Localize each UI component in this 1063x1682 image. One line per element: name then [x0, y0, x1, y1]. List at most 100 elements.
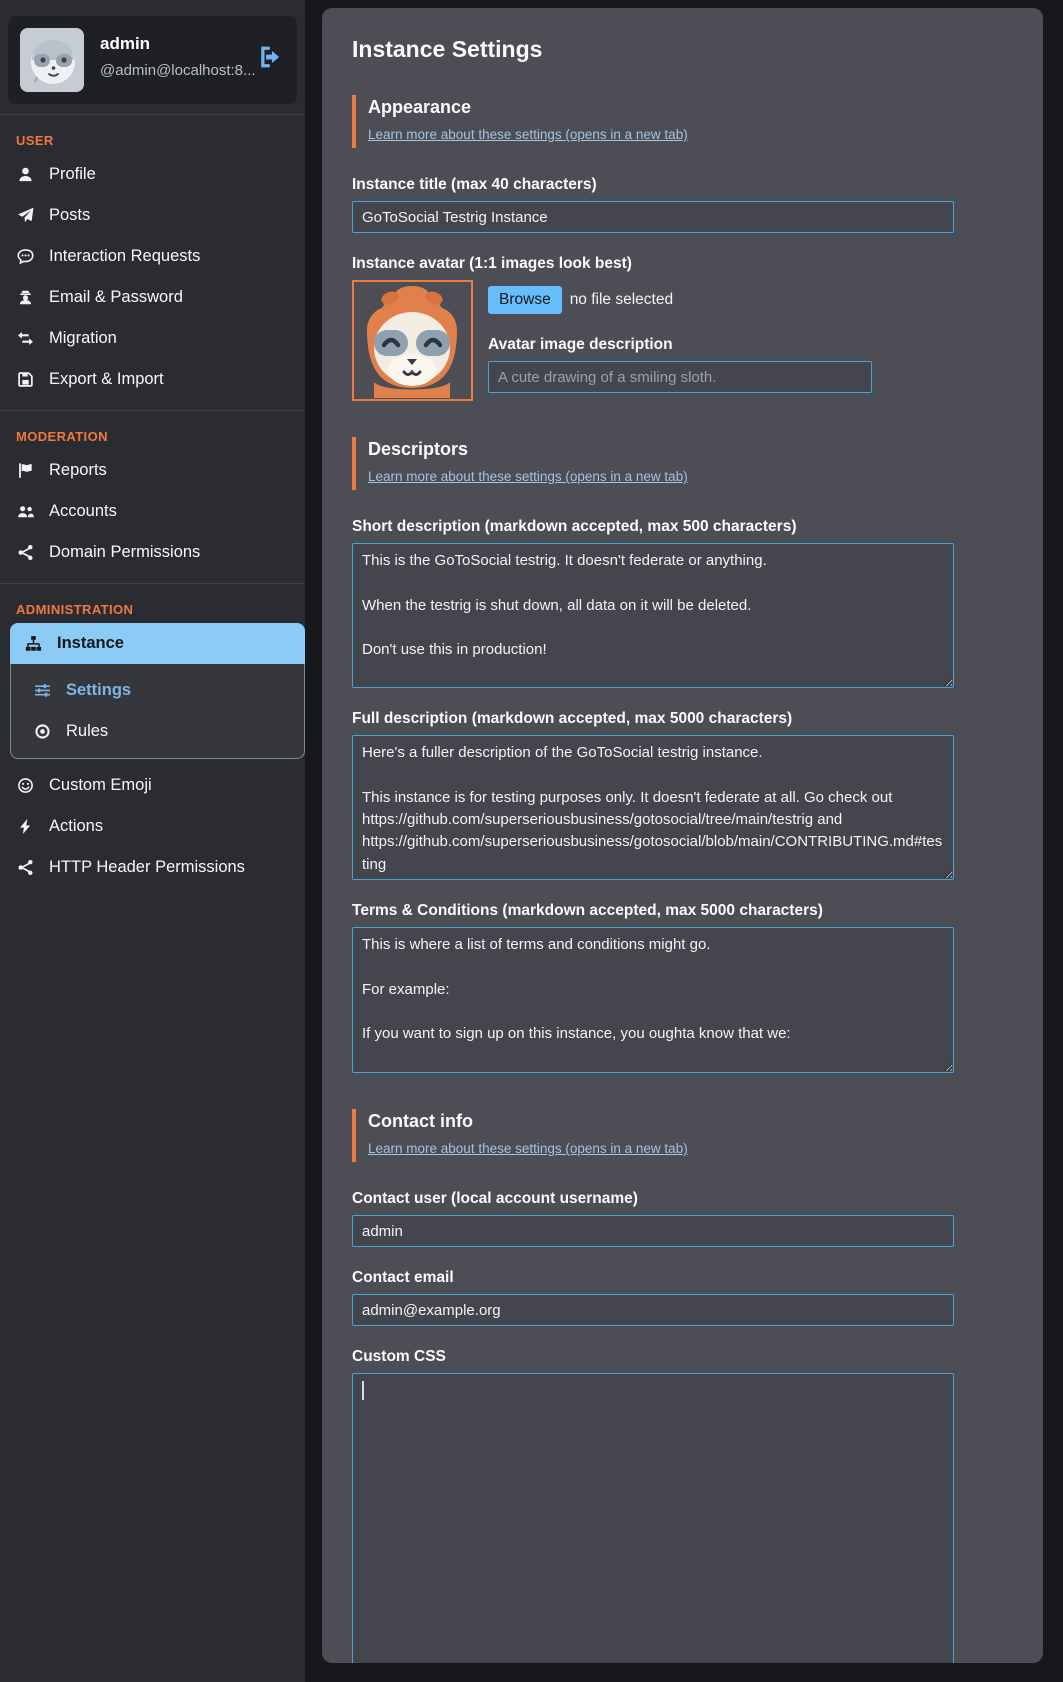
divider: [0, 114, 305, 115]
sloth-avatar-gray: [20, 28, 84, 92]
instance-submenu: Settings Rules: [10, 664, 305, 759]
divider: [0, 583, 305, 584]
instance-title-input[interactable]: [352, 201, 954, 233]
contact-user-input[interactable]: [352, 1215, 954, 1247]
arrows-left-right-icon: [16, 330, 35, 347]
sidebar-item-label: Actions: [49, 817, 103, 836]
short-description-field: Short description (markdown accepted, ma…: [352, 518, 954, 688]
sidebar-item-instance-rules[interactable]: Rules: [11, 711, 304, 752]
section-title-contact: Contact info: [368, 1111, 954, 1132]
user-name: admin: [100, 34, 256, 54]
sidebar-section-moderation-label: MODERATION: [0, 421, 305, 450]
sidebar-item-label: Profile: [49, 165, 96, 184]
sidebar-item-instance[interactable]: Instance: [10, 623, 305, 664]
short-description-textarea[interactable]: This is the GoToSocial testrig. It doesn…: [352, 543, 954, 688]
sidebar-item-label: Reports: [49, 461, 107, 480]
divider: [0, 410, 305, 411]
sidebar-item-label: Accounts: [49, 502, 117, 521]
comment-dots-icon: [16, 248, 35, 265]
user-icon: [16, 166, 35, 183]
share-nodes-icon: [16, 859, 35, 876]
instance-avatar-label: Instance avatar (1:1 images look best): [352, 255, 954, 273]
section-contact-header: Contact info Learn more about these sett…: [352, 1109, 954, 1162]
sidebar-item-label: HTTP Header Permissions: [49, 858, 245, 877]
sidebar-item-domain-permissions[interactable]: Domain Permissions: [0, 532, 305, 573]
section-title-appearance: Appearance: [368, 97, 954, 118]
short-description-label: Short description (markdown accepted, ma…: [352, 518, 954, 536]
sidebar-item-label: Domain Permissions: [49, 543, 200, 562]
users-icon: [16, 503, 35, 520]
full-description-textarea[interactable]: Here's a fuller description of the GoToS…: [352, 735, 954, 880]
browse-button[interactable]: Browse: [488, 286, 562, 314]
sidebar-item-profile[interactable]: Profile: [0, 154, 305, 195]
user-card: admin @admin@localhost:8...: [8, 16, 297, 104]
section-title-descriptors: Descriptors: [368, 439, 954, 460]
page-title: Instance Settings: [352, 36, 954, 63]
custom-css-textarea[interactable]: [352, 1373, 954, 1663]
sitemap-icon: [24, 635, 43, 652]
face-smile-icon: [16, 777, 35, 794]
contact-user-field: Contact user (local account username): [352, 1190, 954, 1247]
terms-field: Terms & Conditions (markdown accepted, m…: [352, 902, 954, 1073]
appearance-docs-link[interactable]: Learn more about these settings (opens i…: [368, 127, 688, 142]
flag-icon: [16, 462, 35, 479]
user-meta: admin @admin@localhost:8...: [100, 28, 256, 79]
sidebar-item-instance-settings[interactable]: Settings: [11, 670, 304, 711]
instance-title-label: Instance title (max 40 characters): [352, 176, 954, 194]
user-secret-icon: [16, 289, 35, 306]
custom-css-label: Custom CSS: [352, 1348, 954, 1366]
avatar-description-input[interactable]: [488, 361, 872, 393]
sidebar-item-label: Export & Import: [49, 370, 164, 389]
sidebar-item-reports[interactable]: Reports: [0, 450, 305, 491]
instance-nav-group: Instance Settings Rules: [10, 623, 305, 759]
full-description-label: Full description (markdown accepted, max…: [352, 710, 954, 728]
sign-out-icon: [257, 44, 283, 70]
main-panel: Instance Settings Appearance Learn more …: [322, 8, 1043, 1663]
sidebar-item-export-import[interactable]: Export & Import: [0, 359, 305, 400]
sidebar-item-label: Custom Emoji: [49, 776, 152, 795]
sidebar-item-label: Migration: [49, 329, 117, 348]
sidebar-item-label: Interaction Requests: [49, 247, 200, 266]
sidebar-item-label: Settings: [66, 681, 131, 700]
contact-email-input[interactable]: [352, 1294, 954, 1326]
bolt-icon: [16, 818, 35, 835]
sloth-avatar-orange: [354, 282, 470, 398]
sidebar-item-custom-emoji[interactable]: Custom Emoji: [0, 765, 305, 806]
sidebar-section-administration-label: ADMINISTRATION: [0, 594, 305, 623]
sidebar-item-http-header-permissions[interactable]: HTTP Header Permissions: [0, 847, 305, 888]
section-appearance-header: Appearance Learn more about these settin…: [352, 95, 954, 148]
contact-docs-link[interactable]: Learn more about these settings (opens i…: [368, 1141, 688, 1156]
circle-dot-icon: [33, 723, 52, 740]
sidebar-item-accounts[interactable]: Accounts: [0, 491, 305, 532]
share-nodes-icon: [16, 544, 35, 561]
full-description-field: Full description (markdown accepted, max…: [352, 710, 954, 880]
contact-email-label: Contact email: [352, 1269, 954, 1287]
app-layout: admin @admin@localhost:8... USER Profile: [0, 0, 1063, 1682]
sidebar: admin @admin@localhost:8... USER Profile: [0, 0, 305, 1682]
sidebar-item-email-password[interactable]: Email & Password: [0, 277, 305, 318]
sidebar-item-actions[interactable]: Actions: [0, 806, 305, 847]
contact-user-label: Contact user (local account username): [352, 1190, 954, 1208]
terms-textarea[interactable]: This is where a list of terms and condit…: [352, 927, 954, 1073]
avatar-description-label: Avatar image description: [488, 336, 872, 354]
instance-avatar-image: [352, 280, 473, 401]
terms-label: Terms & Conditions (markdown accepted, m…: [352, 902, 954, 920]
contact-email-field: Contact email: [352, 1269, 954, 1326]
logout-button[interactable]: [257, 44, 283, 70]
instance-title-field: Instance title (max 40 characters): [352, 176, 954, 233]
user-handle: @admin@localhost:8...: [100, 62, 256, 79]
sidebar-section-user-label: USER: [0, 125, 305, 154]
sliders-icon: [33, 682, 52, 699]
descriptors-docs-link[interactable]: Learn more about these settings (opens i…: [368, 469, 688, 484]
sidebar-item-label: Posts: [49, 206, 90, 225]
instance-avatar-field: Instance avatar (1:1 images look best): [352, 255, 954, 401]
sidebar-item-migration[interactable]: Migration: [0, 318, 305, 359]
user-avatar: [20, 28, 84, 92]
floppy-disk-icon: [16, 371, 35, 388]
sidebar-item-label: Rules: [66, 722, 108, 741]
custom-css-field: Custom CSS: [352, 1348, 954, 1663]
sidebar-item-posts[interactable]: Posts: [0, 195, 305, 236]
sidebar-item-interaction-requests[interactable]: Interaction Requests: [0, 236, 305, 277]
file-status-text: no file selected: [570, 291, 673, 309]
section-descriptors-header: Descriptors Learn more about these setti…: [352, 437, 954, 490]
